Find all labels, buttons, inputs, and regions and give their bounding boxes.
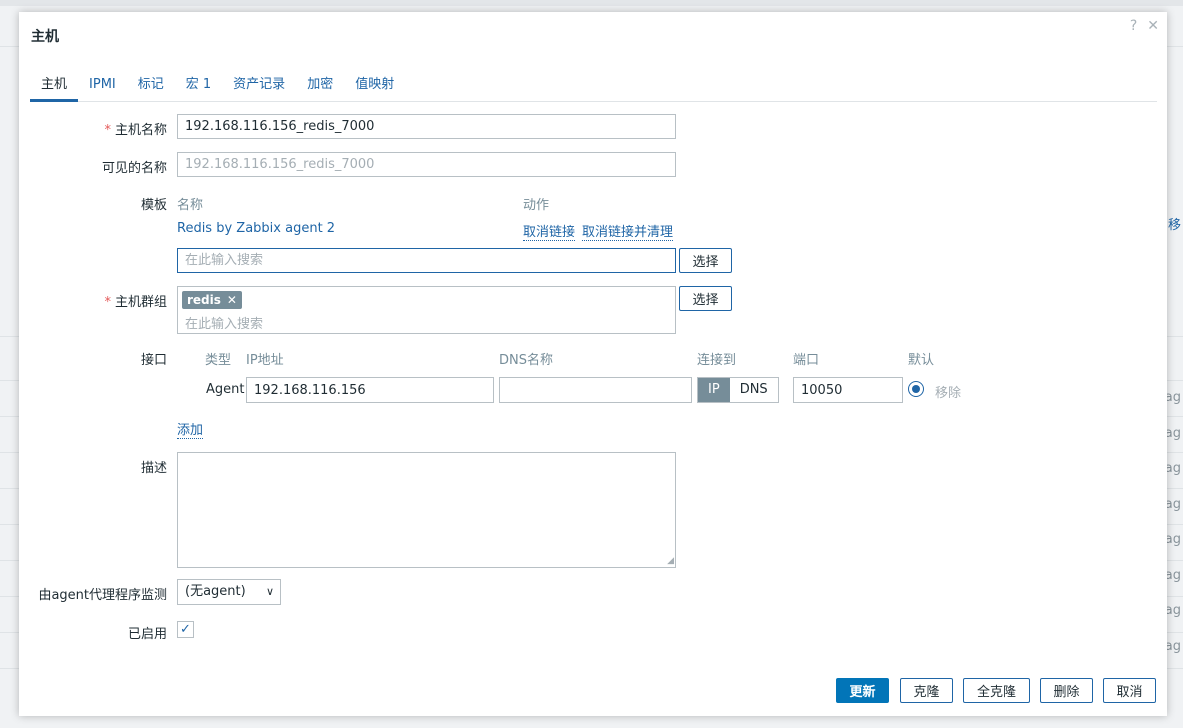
background-cell: ag: [1164, 461, 1181, 476]
background-cell: ag: [1164, 603, 1181, 618]
background-cell: ag: [1164, 497, 1181, 512]
background-link[interactable]: 移: [1168, 214, 1181, 233]
iface-col-default: 默认: [908, 353, 935, 368]
iface-ip-input[interactable]: [246, 377, 494, 403]
connect-ip-option[interactable]: IP: [698, 378, 730, 402]
dialog-title: 主机: [31, 29, 59, 45]
template-search-input[interactable]: [177, 248, 676, 273]
iface-remove-link[interactable]: 移除: [935, 382, 961, 401]
tab-host[interactable]: 主机: [30, 76, 79, 102]
proxy-select-value: (无agent): [185, 584, 246, 599]
tab-bar: 主机 IPMI 标记 宏 1 资产记录 加密 值映射: [30, 76, 1157, 102]
enabled-checkbox[interactable]: ✓: [177, 621, 194, 638]
description-textarea[interactable]: ◢: [177, 452, 676, 568]
iface-col-ip: IP地址: [246, 353, 284, 368]
unlink-button[interactable]: 取消链接: [523, 221, 576, 241]
background-cell: ag: [1164, 568, 1181, 583]
host-dialog: 主机 ? ✕ 主机 IPMI 标记 宏 1 资产记录 加密 值映射 * 主机名称 …: [19, 12, 1167, 716]
host-name-label: * 主机名称: [104, 123, 167, 138]
remove-chip-icon[interactable]: ✕: [227, 291, 237, 309]
tab-encryption[interactable]: 加密: [296, 76, 344, 102]
chevron-down-icon: ∨: [265, 585, 274, 598]
templates-col-action: 动作: [523, 198, 550, 213]
help-icon[interactable]: ?: [1130, 18, 1137, 34]
cancel-button[interactable]: 取消: [1103, 678, 1156, 703]
host-groups-select-button[interactable]: 选择: [679, 286, 732, 311]
tab-value-mapping[interactable]: 值映射: [344, 76, 405, 102]
close-icon[interactable]: ✕: [1147, 18, 1159, 34]
templates-col-name: 名称: [177, 198, 204, 213]
tab-ipmi[interactable]: IPMI: [78, 76, 127, 102]
template-link[interactable]: Redis by Zabbix agent 2: [177, 221, 335, 236]
add-interface-link[interactable]: 添加: [177, 419, 204, 439]
unlink-clear-button[interactable]: 取消链接并清理: [582, 221, 674, 241]
tab-macros[interactable]: 宏 1: [175, 76, 222, 102]
background-cell: ag: [1164, 426, 1181, 441]
background-cell: ag: [1164, 639, 1181, 654]
dialog-header-icons: ? ✕: [1130, 18, 1159, 34]
iface-col-port: 端口: [793, 353, 820, 368]
proxy-label: 由agent代理程序监测: [38, 588, 167, 603]
background-top-bar: [0, 0, 1183, 6]
visible-name-input[interactable]: [177, 152, 676, 177]
tab-inventory[interactable]: 资产记录: [222, 76, 296, 102]
iface-port-input[interactable]: [793, 377, 903, 403]
background-cell: ag: [1164, 532, 1181, 547]
clone-button[interactable]: 克隆: [900, 678, 953, 703]
iface-connect-toggle: IP DNS: [697, 377, 779, 403]
check-icon: ✓: [180, 622, 191, 637]
iface-col-connect: 连接到: [697, 353, 737, 368]
iface-default-radio[interactable]: [908, 381, 924, 397]
group-chip-label: redis: [187, 293, 221, 307]
group-chip: redis ✕: [182, 291, 242, 309]
full-clone-button[interactable]: 全克隆: [963, 678, 1030, 703]
enabled-label: 已启用: [127, 627, 167, 642]
host-groups-multiselect[interactable]: redis ✕ 在此输入搜索: [177, 286, 676, 334]
iface-dns-input[interactable]: [499, 377, 692, 403]
background-cell: ag: [1164, 390, 1181, 405]
host-groups-label: * 主机群组: [104, 295, 167, 310]
description-label: 描述: [140, 461, 167, 476]
iface-col-type: 类型: [205, 353, 232, 368]
iface-type: Agent: [206, 382, 245, 397]
tab-tags[interactable]: 标记: [127, 76, 175, 102]
host-groups-search-placeholder[interactable]: 在此输入搜索: [185, 313, 263, 332]
update-button[interactable]: 更新: [836, 678, 889, 703]
proxy-select[interactable]: (无agent) ∨: [177, 579, 281, 605]
resize-grip-icon[interactable]: ◢: [667, 557, 674, 566]
iface-col-dns: DNS名称: [499, 353, 553, 368]
templates-label: 模板: [140, 198, 167, 213]
host-name-input[interactable]: [177, 114, 676, 139]
visible-name-label: 可见的名称: [101, 161, 167, 176]
template-select-button[interactable]: 选择: [679, 248, 732, 273]
connect-dns-option[interactable]: DNS: [729, 378, 778, 402]
interfaces-label: 接口: [140, 353, 167, 368]
delete-button[interactable]: 删除: [1040, 678, 1093, 703]
